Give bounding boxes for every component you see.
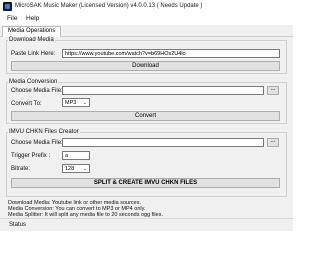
title-bar: MicroSAK Music Maker (Licensed Version) …	[0, 0, 293, 13]
chkn-group-title: IMVU CHKN Files Creator	[8, 129, 80, 135]
paste-link-label: Paste Link Here:	[11, 51, 56, 57]
format-select[interactable]: MP3 ⌄	[62, 98, 90, 107]
bitrate-value: 128	[65, 166, 75, 172]
media-operations-panel: Download Media Paste Link Here: https://…	[0, 37, 293, 218]
conversion-browse-button[interactable]: ...	[267, 86, 279, 95]
window-title: MicroSAK Music Maker (Licensed Version) …	[15, 3, 203, 9]
status-bar: Status	[0, 218, 293, 231]
chkn-choose-label: Choose Media File:	[11, 140, 63, 146]
conversion-file-input[interactable]	[62, 86, 264, 95]
menu-file[interactable]: File	[7, 15, 17, 22]
bitrate-select[interactable]: 128 ⌄	[62, 164, 90, 173]
convert-to-label: Convert To:	[11, 101, 42, 107]
app-icon	[3, 2, 12, 11]
chkn-file-input[interactable]	[62, 138, 264, 147]
chevron-down-icon: ⌄	[82, 166, 87, 172]
trigger-prefix-label: Trigger Prefix :	[11, 153, 51, 159]
download-button[interactable]: Download	[11, 61, 280, 71]
menu-help[interactable]: Help	[26, 15, 39, 22]
format-value: MP3	[65, 100, 77, 106]
tab-strip: Media Operations	[0, 25, 293, 37]
bitrate-label: Bitrate:	[11, 166, 31, 172]
trigger-prefix-input[interactable]: a	[62, 151, 90, 160]
conversion-choose-label: Choose Media File:	[11, 88, 63, 94]
chevron-down-icon: ⌄	[82, 100, 87, 106]
menu-bar: File Help	[0, 13, 293, 25]
tab-media-operations[interactable]: Media Operations	[2, 26, 62, 37]
link-input[interactable]: https://www.youtube.com/watch?v=b69HOs2U…	[62, 49, 280, 58]
status-text: Status	[9, 222, 27, 228]
download-group-title: Download Media	[8, 37, 55, 43]
split-create-button[interactable]: SPLIT & CREATE IMVU CHKN FILES	[11, 178, 280, 188]
convert-button[interactable]: Convert	[11, 111, 280, 121]
conversion-group-title: Media Conversion	[8, 79, 59, 85]
chkn-browse-button[interactable]: ...	[267, 138, 279, 147]
